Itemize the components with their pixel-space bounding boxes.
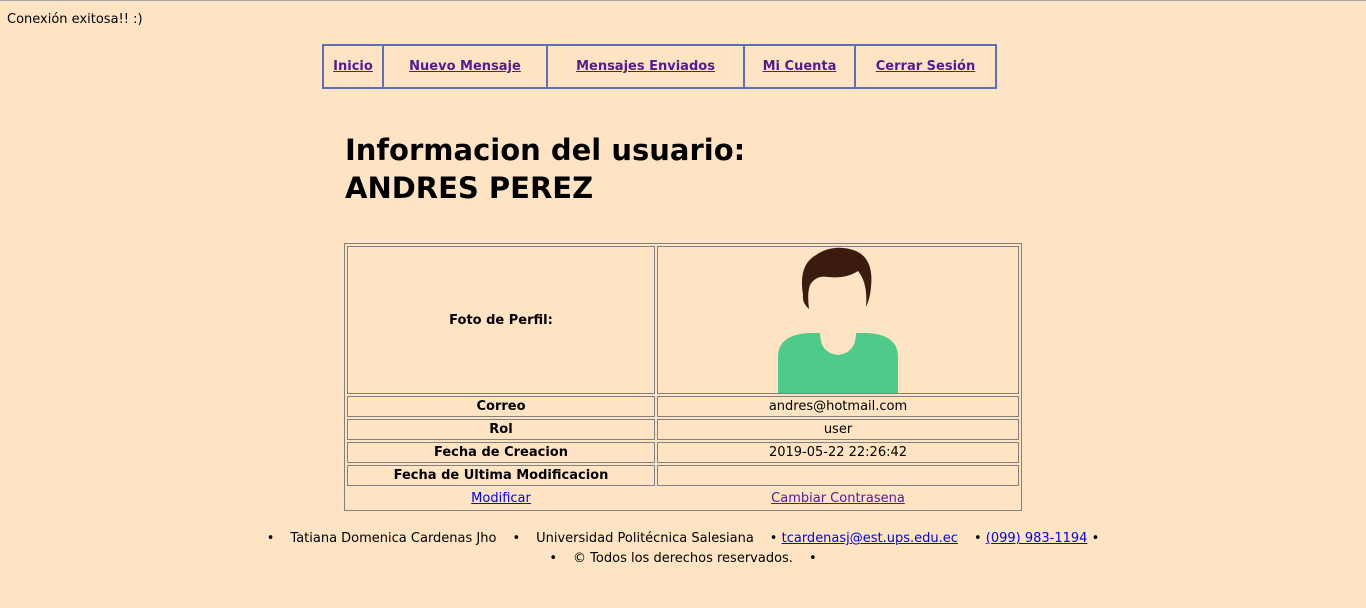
modify-link[interactable]: Modificar bbox=[471, 491, 531, 506]
profile-photo-cell bbox=[657, 246, 1019, 394]
footer-line-2: • © Todos los derechos reservados. • bbox=[0, 549, 1366, 569]
footer-line-1: • Tatiana Domenica Cardenas Jho • Universid… bbox=[0, 529, 1366, 549]
table-row: Rol user bbox=[347, 419, 1019, 440]
nav-item-inicio[interactable]: Inicio bbox=[322, 44, 384, 89]
role-label: Rol bbox=[347, 419, 655, 440]
table-row: Correo andres@hotmail.com bbox=[347, 396, 1019, 417]
main-nav: Inicio Nuevo Mensaje Mensajes Enviados M… bbox=[322, 44, 997, 89]
footer-bullet: • bbox=[1091, 531, 1100, 546]
nav-item-cerrar-sesion[interactable]: Cerrar Sesión bbox=[854, 44, 997, 89]
table-row: Foto de Perfil: bbox=[347, 246, 1019, 394]
footer-bullet: • bbox=[549, 551, 558, 566]
page-title: Informacion del usuario: ANDRES PEREZ bbox=[345, 131, 745, 207]
nav-link-cerrar-sesion[interactable]: Cerrar Sesión bbox=[876, 59, 975, 74]
nav-link-inicio[interactable]: Inicio bbox=[333, 59, 373, 74]
user-full-name: ANDRES PEREZ bbox=[345, 171, 594, 205]
footer-phone-link[interactable]: (099) 983-1194 bbox=[986, 531, 1088, 546]
role-value: user bbox=[657, 419, 1019, 440]
modify-link-cell: Modificar bbox=[347, 488, 655, 508]
nav-link-mensajes-enviados[interactable]: Mensajes Enviados bbox=[576, 59, 715, 74]
last-modified-label: Fecha de Ultima Modificacion bbox=[347, 465, 655, 486]
nav-item-nuevo-mensaje[interactable]: Nuevo Mensaje bbox=[382, 44, 548, 89]
nav-link-mi-cuenta[interactable]: Mi Cuenta bbox=[763, 59, 837, 74]
footer-copyright: © Todos los derechos reservados. bbox=[573, 551, 793, 566]
footer-bullet: • bbox=[769, 531, 778, 546]
nav-item-mi-cuenta[interactable]: Mi Cuenta bbox=[743, 44, 856, 89]
creation-date-label: Fecha de Creacion bbox=[347, 442, 655, 463]
avatar bbox=[778, 247, 898, 393]
footer-author: Tatiana Domenica Cardenas Jho bbox=[290, 531, 497, 546]
nav-item-mensajes-enviados[interactable]: Mensajes Enviados bbox=[546, 44, 745, 89]
creation-date-value: 2019-05-22 22:26:42 bbox=[657, 442, 1019, 463]
table-row: Modificar Cambiar Contrasena bbox=[347, 488, 1019, 508]
change-password-link-cell: Cambiar Contrasena bbox=[657, 488, 1019, 508]
footer-bullet: • bbox=[512, 531, 521, 546]
footer-bullet: • bbox=[266, 531, 275, 546]
email-label: Correo bbox=[347, 396, 655, 417]
change-password-link[interactable]: Cambiar Contrasena bbox=[771, 491, 905, 506]
last-modified-value bbox=[657, 465, 1019, 486]
user-info-table: Foto de Perfil: Correo andres@hotmail.co… bbox=[344, 243, 1022, 511]
connection-status-text: Conexión exitosa!! :) bbox=[7, 12, 143, 27]
footer-university: Universidad Politécnica Salesiana bbox=[536, 531, 754, 546]
footer-bullet: • bbox=[808, 551, 817, 566]
table-row: Fecha de Ultima Modificacion bbox=[347, 465, 1019, 486]
profile-photo-label: Foto de Perfil: bbox=[347, 246, 655, 394]
footer-bullet: • bbox=[973, 531, 982, 546]
footer: • Tatiana Domenica Cardenas Jho • Universid… bbox=[0, 529, 1366, 569]
email-value: andres@hotmail.com bbox=[657, 396, 1019, 417]
table-row: Fecha de Creacion 2019-05-22 22:26:42 bbox=[347, 442, 1019, 463]
page-title-heading: Informacion del usuario: bbox=[345, 133, 746, 167]
nav-link-nuevo-mensaje[interactable]: Nuevo Mensaje bbox=[409, 59, 521, 74]
footer-email-link[interactable]: tcardenasj@est.ups.edu.ec bbox=[782, 531, 958, 546]
